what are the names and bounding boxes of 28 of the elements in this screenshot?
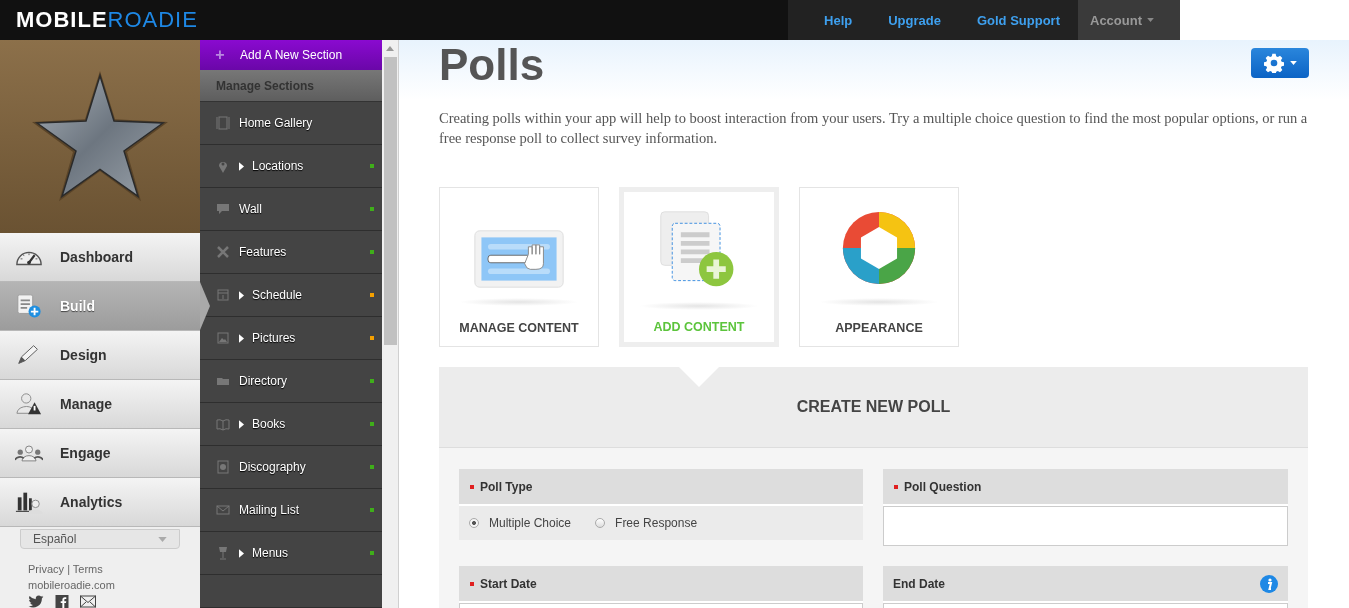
field-label: End Date <box>893 576 946 591</box>
site-link[interactable]: mobileroadie.com <box>28 577 172 593</box>
privacy-link[interactable]: Privacy <box>28 563 65 575</box>
add-section-button[interactable]: + Add A New Section <box>200 40 382 71</box>
content-tile[interactable]: APPEARANCE <box>799 187 959 347</box>
logo[interactable]: MOBILEROADIE <box>16 7 198 33</box>
nav-item[interactable]: Design <box>0 331 200 380</box>
terms-link[interactable]: Terms <box>72 563 103 575</box>
nav-item[interactable]: Analytics <box>0 478 200 527</box>
account-menu[interactable]: Account <box>1078 0 1180 40</box>
top-link[interactable]: Gold Support <box>958 0 1078 40</box>
separator: | <box>67 563 70 575</box>
section-heading: Manage Sections <box>200 70 382 103</box>
radio-option[interactable]: Multiple Choice <box>469 516 572 530</box>
language-select[interactable]: Español <box>20 529 180 549</box>
nav-item[interactable]: Manage <box>0 380 200 429</box>
nav-item[interactable]: Dashboard <box>0 233 200 282</box>
content-tile[interactable]: MANAGE CONTENT <box>439 187 599 347</box>
nav-item[interactable]: Engage <box>0 429 200 478</box>
page-title: Polls <box>439 40 545 90</box>
top-link[interactable]: Help <box>806 0 871 40</box>
radio-option[interactable]: Free Response <box>595 516 698 530</box>
field-label: Poll Type <box>480 479 534 494</box>
page-description: Creating polls within your app will help to boost interaction from your users. Try a multiple choice question to find the most popular options, or run a free response poll to collect survey information. <box>439 109 1308 148</box>
form-title: CREATE NEW POLL <box>796 398 951 416</box>
top-link[interactable]: Upgrade <box>870 0 959 40</box>
field-label: Poll Question <box>904 479 983 494</box>
field-label: Start Date <box>480 576 538 591</box>
